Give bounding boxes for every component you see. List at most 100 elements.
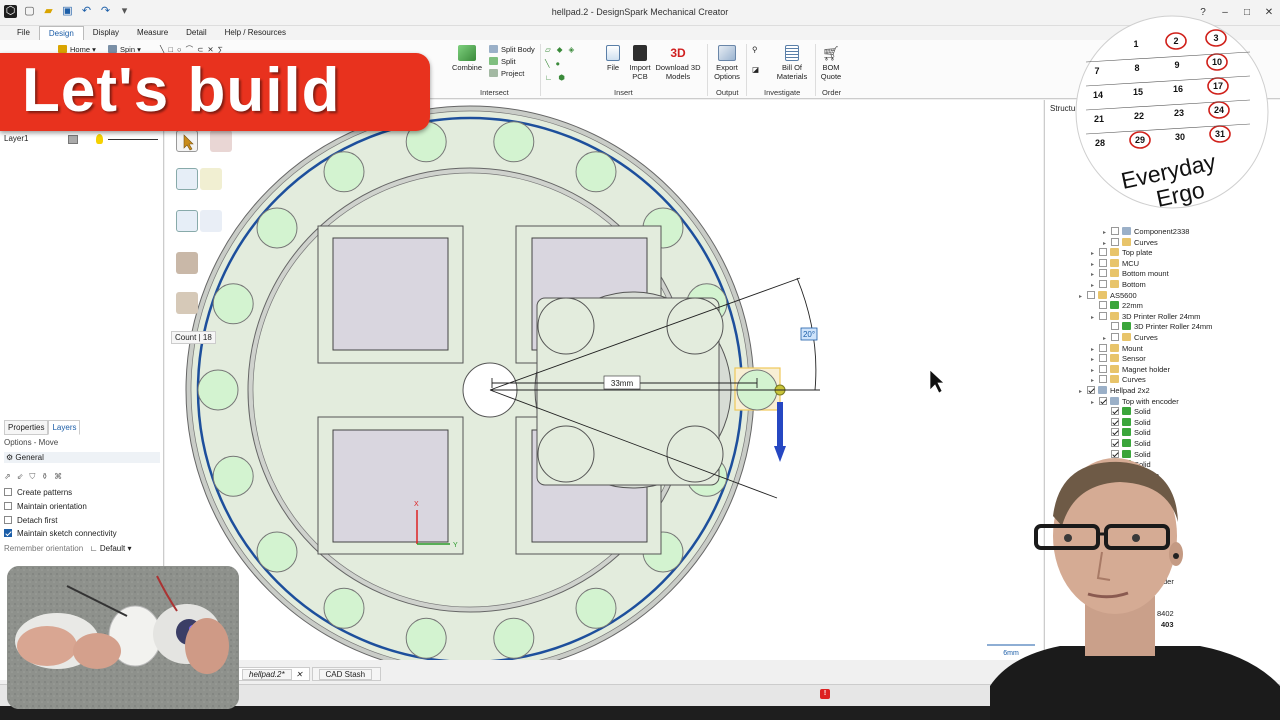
tab-detail[interactable]: Detail (177, 26, 215, 40)
expand-icon[interactable]: ▸ (1103, 239, 1111, 249)
pad-circle[interactable] (575, 151, 617, 193)
tab-layers[interactable]: Layers (48, 420, 81, 435)
visibility-checkbox[interactable] (1099, 364, 1107, 373)
tree-item[interactable]: Solid (1103, 407, 1151, 417)
expand-icon[interactable]: ▸ (1079, 387, 1087, 397)
tree-item[interactable]: Solid (1103, 428, 1151, 438)
tab-properties[interactable]: Properties (4, 420, 49, 435)
pad-circle[interactable] (575, 587, 617, 629)
tree-item[interactable]: ▸ Top plate (1091, 248, 1152, 259)
anchor-icon[interactable] (200, 168, 222, 190)
remember-orientation-row[interactable]: Remember orientation ∟ Default ▾ (4, 544, 132, 553)
bill-of-materials-button[interactable]: Bill Of Materials (770, 45, 814, 81)
lightbulb-icon[interactable] (96, 134, 103, 144)
visibility-checkbox[interactable] (1099, 343, 1107, 352)
expand-icon[interactable]: ▸ (1091, 398, 1099, 408)
pad-circle[interactable] (256, 531, 298, 573)
tree-item[interactable]: 3D Printer Roller 24mm (1103, 322, 1212, 332)
pad-circle[interactable] (323, 151, 365, 193)
insert-misc-icon[interactable]: ∟⬢ (545, 72, 571, 83)
visibility-checkbox[interactable] (1099, 311, 1107, 320)
visibility-checkbox[interactable] (1099, 396, 1107, 405)
tree-item[interactable]: ▸ AS5600 (1079, 290, 1137, 302)
tree-item[interactable]: 22mm (1091, 301, 1143, 311)
create-patterns-checkbox[interactable] (4, 488, 12, 496)
investigate-tools-icon[interactable]: ⚲ (752, 44, 762, 55)
expand-icon[interactable]: ▸ (1091, 270, 1099, 280)
pad-circle[interactable] (323, 587, 365, 629)
visibility-checkbox[interactable] (1111, 417, 1119, 426)
visibility-checkbox[interactable] (1099, 269, 1107, 278)
pad-circle[interactable] (256, 207, 298, 249)
split-button[interactable]: Split (489, 56, 516, 67)
import-pcb-button[interactable]: Import PCB (626, 45, 654, 81)
orient-icon[interactable] (176, 252, 198, 274)
tree-item[interactable]: ▸ Hellpad 2x2 (1079, 386, 1150, 397)
maintain-orientation-checkbox[interactable] (4, 502, 12, 510)
expand-icon[interactable]: ▸ (1091, 249, 1099, 259)
expand-icon[interactable]: ▸ (1091, 355, 1099, 365)
count-value[interactable]: 18 (203, 333, 212, 342)
design-viewport[interactable]: 33mm 20° X Y 6mm (165, 100, 1043, 660)
expand-icon[interactable]: ▸ (1091, 260, 1099, 270)
tab-design[interactable]: Design (38, 26, 84, 40)
move-icon[interactable] (176, 210, 198, 232)
roller-circle[interactable] (666, 425, 724, 483)
ruler-icon[interactable] (200, 210, 222, 232)
visibility-checkbox[interactable] (1099, 354, 1107, 363)
visibility-checkbox[interactable] (1099, 258, 1107, 267)
tree-item[interactable]: ▸ 3D Printer Roller 24mm (1091, 311, 1200, 323)
tree-item[interactable]: ▸ Sensor (1091, 354, 1146, 365)
visibility-checkbox[interactable] (1111, 407, 1119, 416)
tree-item[interactable]: ▸ Magnet holder (1091, 364, 1170, 376)
remember-orientation-select[interactable]: ∟ Default ▾ (90, 544, 132, 553)
export-options-button[interactable]: Export Options (709, 45, 745, 81)
bom-quote-button[interactable]: 🛒︎ BOM Quote (817, 45, 845, 81)
split-body-button[interactable]: Split Body (489, 44, 535, 55)
expand-icon[interactable]: ▸ (1103, 334, 1111, 344)
measure-tool-icon[interactable]: ◪ (752, 64, 759, 75)
length-dimension-value[interactable]: 33mm (611, 379, 634, 388)
roller-circle[interactable] (537, 425, 595, 483)
insert-solids-icon[interactable]: ╲● (545, 58, 566, 69)
visibility-checkbox[interactable] (1111, 227, 1119, 235)
expand-icon[interactable]: ▸ (1091, 313, 1099, 323)
pad-circle[interactable] (493, 617, 535, 659)
angle-dimension-value[interactable]: 20° (803, 330, 815, 339)
doc-tab-cad-stash[interactable]: CAD Stash (311, 667, 382, 681)
key-switch-cutout[interactable] (332, 429, 449, 543)
visibility-checkbox[interactable] (1111, 428, 1119, 437)
tab-help-resources[interactable]: Help / Resources (216, 26, 295, 40)
tab-display[interactable]: Display (84, 26, 128, 40)
file-button[interactable]: File (600, 45, 626, 72)
select-arrow-icon[interactable] (176, 130, 198, 152)
insert-shapes-icon[interactable]: ▱◆◈ (545, 44, 580, 55)
tree-item[interactable]: ▸ Curves (1091, 375, 1146, 386)
move-handle-arrow[interactable] (774, 402, 786, 462)
dimension-tool-icon[interactable] (176, 292, 198, 314)
roller-circle[interactable] (537, 297, 595, 355)
visibility-checkbox[interactable] (1099, 280, 1107, 288)
pad-circle[interactable] (212, 455, 254, 497)
layer-color-swatch[interactable] (68, 135, 78, 144)
tree-item[interactable]: ▸ MCU (1091, 258, 1139, 270)
visibility-checkbox[interactable] (1111, 439, 1119, 447)
expand-icon[interactable]: ▸ (1103, 228, 1111, 238)
tree-item[interactable]: Solid (1103, 439, 1151, 449)
download-models-button[interactable]: 3D Download 3D Models (654, 45, 702, 81)
tab-measure[interactable]: Measure (128, 26, 177, 40)
project-button[interactable]: Project (489, 68, 524, 79)
pad-circle[interactable] (405, 617, 447, 659)
tree-item[interactable]: ▸ Curves (1103, 333, 1158, 344)
visibility-checkbox[interactable] (1099, 248, 1107, 257)
tree-item[interactable]: ▸ Mount (1091, 343, 1143, 355)
tree-item[interactable]: ▸ Bottom (1091, 280, 1146, 291)
tab-file[interactable]: File (8, 26, 39, 40)
pad-circle[interactable] (493, 121, 535, 163)
key-switch-cutout[interactable] (332, 237, 449, 351)
warning-icon[interactable]: ! (820, 689, 830, 699)
expand-icon[interactable]: ▸ (1091, 281, 1099, 291)
visibility-checkbox[interactable] (1099, 301, 1107, 310)
option-create-patterns[interactable]: Create patterns (4, 488, 72, 497)
combine-button[interactable]: Combine (452, 45, 482, 72)
